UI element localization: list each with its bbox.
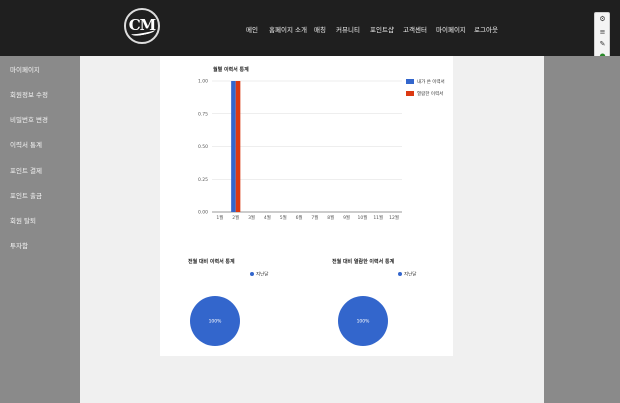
legend-label: 내가 쓴 이력서 (417, 78, 445, 85)
y-tick-label: 0.50 (198, 144, 208, 150)
y-tick-label: 0.00 (198, 210, 208, 216)
pie-legend-label: 지난달 (404, 271, 416, 278)
x-tick-label: 5월 (280, 214, 287, 221)
statistics-panel: 월별 이력서 통계 0.00 0.25 0.50 0.75 1.00 1월 2월 3월 4월 5월… (160, 56, 453, 356)
sidebar-item-withdraw-membership[interactable]: 회원 탈퇴 (10, 215, 36, 225)
legend-swatch (406, 79, 414, 84)
nav-item-customer-center[interactable]: 고객센터 (403, 24, 427, 34)
x-tick-label: 6월 (296, 214, 303, 221)
x-tick-label: 11월 (373, 214, 383, 221)
x-tick-label: 10월 (357, 214, 367, 221)
monthly-resume-bar-chart: 0.00 0.25 0.50 0.75 1.00 1월 2월 3월 4월 5월 6월 7월 8월 9월 10… (198, 78, 445, 221)
sidebar-item-investment-box[interactable]: 투자함 (10, 240, 28, 250)
pie-chart-2-title: 전월 대비 열람한 이력서 통계 (332, 259, 395, 265)
pie-legend-swatch (398, 272, 402, 276)
pie-legend-label: 지난달 (256, 271, 268, 278)
legend-label: 열람한 이력서 (417, 90, 443, 97)
x-tick-label: 2월 (232, 214, 239, 221)
y-tick-label: 0.75 (198, 111, 208, 117)
bar-viewed (235, 81, 241, 212)
y-tick-label: 0.25 (198, 177, 208, 183)
pie-slice-label: 100% (209, 319, 223, 325)
sidebar-item-change-password[interactable]: 비밀번호 변경 (10, 114, 48, 124)
menu-icon[interactable]: ≡ (598, 28, 607, 37)
site-logo[interactable]: CM (124, 8, 160, 44)
right-gutter (544, 56, 620, 403)
pie-legend-swatch (250, 272, 254, 276)
bar-written (231, 81, 236, 212)
tools-icon[interactable]: ✎ (598, 40, 607, 49)
sidebar-item-point-withdraw[interactable]: 포인트 출금 (10, 190, 42, 200)
y-tick-label: 1.00 (198, 79, 208, 85)
nav-item-community[interactable]: 커뮤니티 (336, 24, 360, 34)
nav-item-main[interactable]: 메인 (246, 24, 258, 34)
x-tick-label: 12월 (389, 214, 399, 221)
sidebar-menu: 마이페이지 회원정보 수정 비밀번호 변경 이력서 통계 포인트 결제 포인트 … (0, 56, 80, 403)
nav-item-logout[interactable]: 로그아웃 (474, 24, 498, 34)
top-navigation-bar: CM 메인 홈페이지 소개 매칭 커뮤니티 포인트샵 고객센터 마이페이지 로그… (0, 0, 620, 56)
sidebar-item-resume-stats[interactable]: 이력서 통계 (10, 139, 42, 149)
resume-comparison-pie-chart: 100% 지난달 (190, 271, 268, 346)
sidebar-item-point-payment[interactable]: 포인트 결제 (10, 165, 42, 175)
x-tick-label: 7월 (311, 214, 318, 221)
pie-slice-label: 100% (357, 319, 371, 325)
x-tick-label: 4월 (264, 214, 271, 221)
x-tick-label: 9월 (343, 214, 350, 221)
x-tick-label: 3월 (248, 214, 255, 221)
x-tick-label: 1월 (216, 214, 223, 221)
pie-chart-1-title: 전월 대비 이력서 통계 (188, 259, 235, 265)
nav-item-mypage[interactable]: 마이페이지 (436, 24, 466, 34)
sidebar-item-mypage[interactable]: 마이페이지 (10, 64, 40, 74)
nav-item-about[interactable]: 홈페이지 소개 (269, 24, 307, 34)
sidebar-item-edit-profile[interactable]: 회원정보 수정 (10, 89, 48, 99)
nav-item-point-shop[interactable]: 포인트샵 (370, 24, 394, 34)
viewed-resume-comparison-pie-chart: 100% 지난달 (338, 271, 416, 346)
x-tick-label: 8월 (327, 214, 334, 221)
extension-logo-icon[interactable]: ⚙ (598, 15, 607, 24)
nav-item-matching[interactable]: 매칭 (314, 24, 326, 34)
legend-swatch (406, 91, 414, 96)
